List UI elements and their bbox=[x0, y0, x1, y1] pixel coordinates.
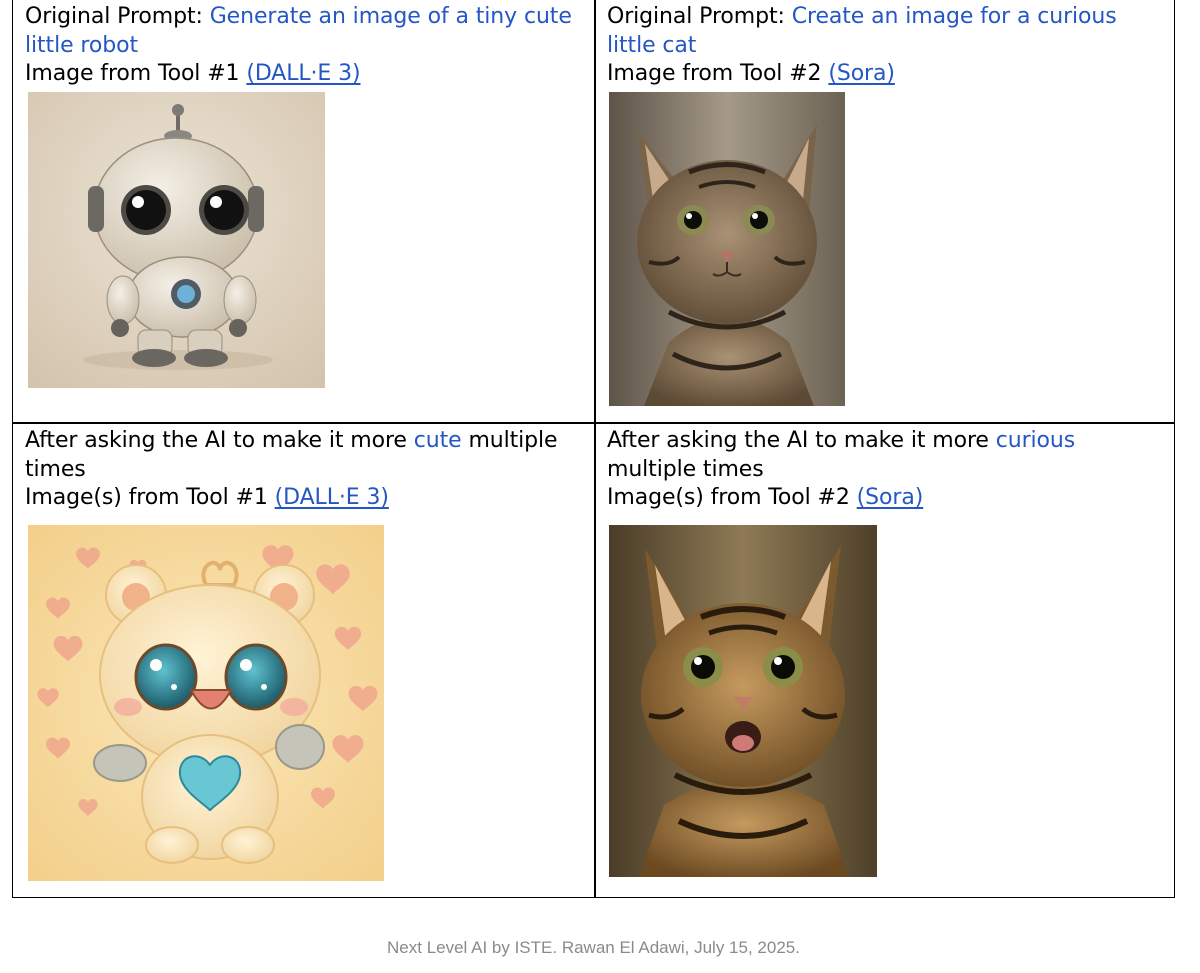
prompt-label: Original Prompt: bbox=[607, 4, 792, 29]
footer-credit: Next Level AI by ISTE. Rawan El Adawi, J… bbox=[387, 938, 800, 957]
cell-cuter-robot: After asking the AI to make it more cute… bbox=[13, 424, 594, 513]
sora-link[interactable]: (Sora) bbox=[857, 485, 924, 510]
tool-label: Image from Tool #1 bbox=[25, 61, 247, 86]
prompt-label: Original Prompt: bbox=[25, 4, 210, 29]
prompt-line: Original Prompt: Create an image for a c… bbox=[607, 3, 1155, 60]
iteration-line: After asking the AI to make it more cute… bbox=[25, 427, 573, 484]
dalle-link[interactable]: (DALL·E 3) bbox=[246, 61, 360, 86]
tool-line: Image(s) from Tool #2 (Sora) bbox=[607, 484, 1175, 513]
cell-original-cat: Original Prompt: Create an image for a c… bbox=[595, 0, 1175, 89]
surprised-cat-image bbox=[609, 525, 877, 877]
tool-label: Image(s) from Tool #2 bbox=[607, 485, 857, 510]
tool-label: Image(s) from Tool #1 bbox=[25, 485, 275, 510]
cat-image bbox=[609, 92, 845, 406]
iteration-line: After asking the AI to make it more curi… bbox=[607, 427, 1155, 484]
iteration-pre: After asking the AI to make it more bbox=[607, 428, 996, 453]
bear-image bbox=[28, 525, 384, 881]
iteration-post: multiple times bbox=[607, 456, 764, 482]
comparison-table: Original Prompt: Generate an image of a … bbox=[12, 0, 1175, 898]
tool-line: Image from Tool #1 (DALL·E 3) bbox=[25, 60, 594, 89]
iteration-pre: After asking the AI to make it more bbox=[25, 428, 414, 453]
cell-more-curious-cat: After asking the AI to make it more curi… bbox=[595, 424, 1175, 513]
dalle-link[interactable]: (DALL·E 3) bbox=[275, 485, 389, 510]
iteration-keyword: cute bbox=[413, 428, 462, 453]
tool-line: Image from Tool #2 (Sora) bbox=[607, 60, 1175, 89]
tool-label: Image from Tool #2 bbox=[607, 61, 829, 86]
robot-image bbox=[28, 92, 325, 388]
sora-link[interactable]: (Sora) bbox=[828, 61, 895, 86]
iteration-keyword: curious bbox=[995, 428, 1076, 453]
cell-original-robot: Original Prompt: Generate an image of a … bbox=[13, 0, 594, 89]
prompt-line: Original Prompt: Generate an image of a … bbox=[25, 3, 573, 60]
tool-line: Image(s) from Tool #1 (DALL·E 3) bbox=[25, 484, 594, 513]
